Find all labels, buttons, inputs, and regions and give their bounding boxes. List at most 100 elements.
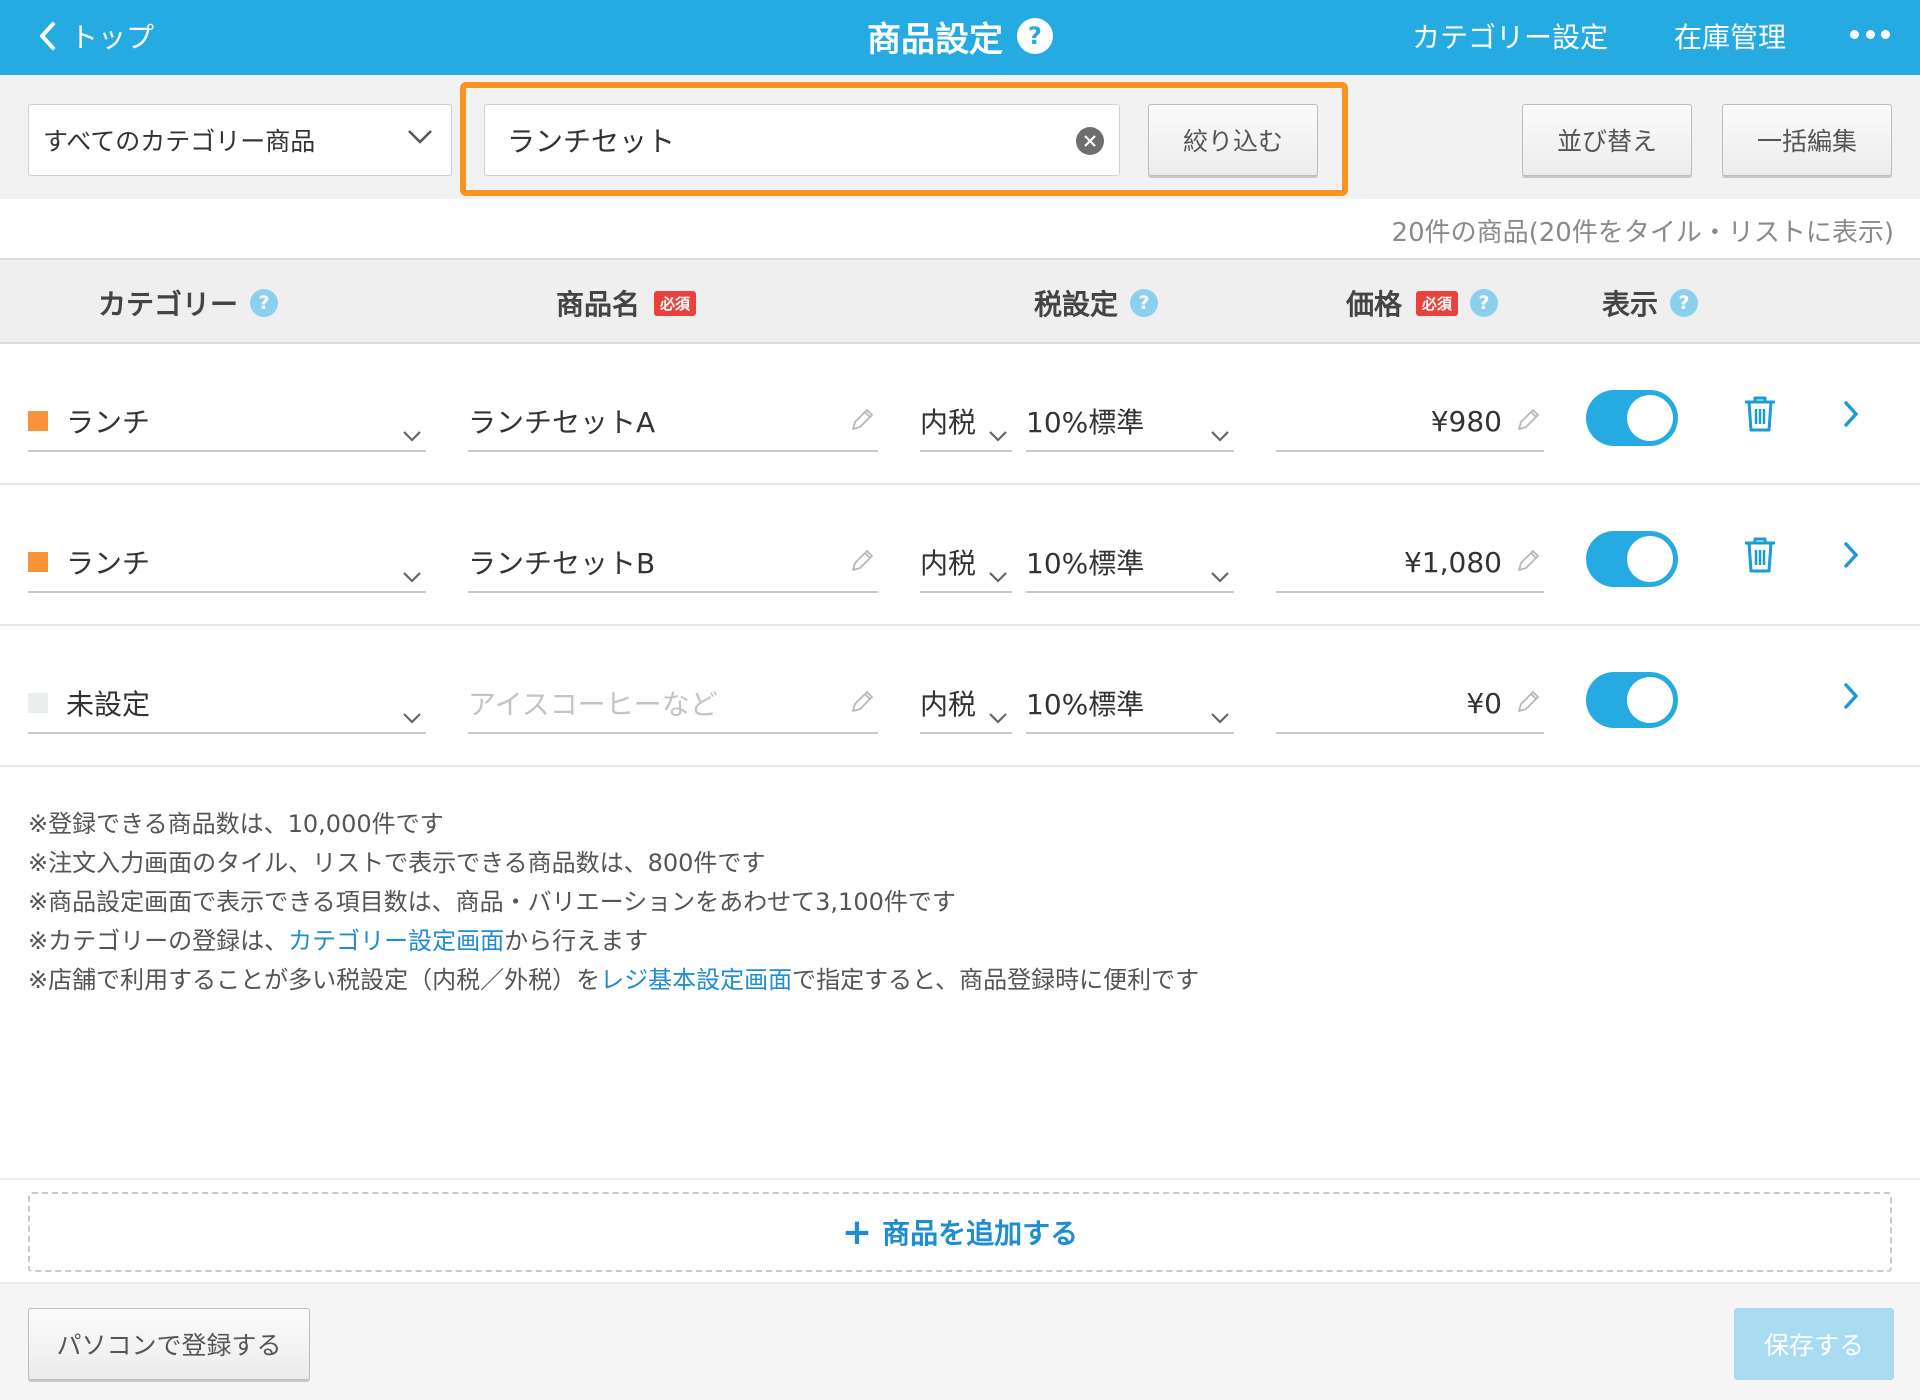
- chevron-down-icon: [408, 130, 432, 144]
- tax-type-select[interactable]: 内税: [920, 533, 1012, 593]
- visibility-toggle[interactable]: [1586, 390, 1678, 446]
- price-field[interactable]: ¥1,080: [1276, 533, 1544, 593]
- visibility-toggle[interactable]: [1586, 531, 1678, 587]
- note-text: から行えます: [504, 927, 649, 955]
- inventory-link[interactable]: 在庫管理: [1674, 16, 1786, 56]
- header-name-label: 商品名: [556, 288, 641, 321]
- category-select[interactable]: 未設定: [28, 674, 426, 734]
- register-on-pc-button[interactable]: パソコンで登録する: [28, 1308, 310, 1380]
- chevron-down-icon: [1210, 557, 1230, 590]
- clear-search-icon[interactable]: [1076, 127, 1104, 155]
- chevron-right-icon[interactable]: [1842, 400, 1860, 432]
- pencil-icon: [848, 406, 876, 441]
- tax-rate-select[interactable]: 10%標準: [1026, 533, 1234, 593]
- tax-type-value: 内税: [920, 547, 977, 580]
- chevron-right-icon[interactable]: [1842, 682, 1860, 714]
- help-icon[interactable]: ?: [1017, 18, 1053, 54]
- add-product-label: 商品を追加する: [882, 1217, 1079, 1250]
- pencil-icon: [1514, 688, 1542, 723]
- required-badge: 必須: [1416, 290, 1459, 316]
- header-tax: 税設定 ?: [1034, 283, 1159, 323]
- tax-rate-value: 10%標準: [1026, 406, 1145, 439]
- price-field[interactable]: ¥980: [1276, 392, 1544, 452]
- category-select[interactable]: ランチ: [28, 533, 426, 593]
- chevron-down-icon: [402, 416, 422, 449]
- category-settings-page-link[interactable]: カテゴリー設定画面: [288, 927, 504, 955]
- tax-rate-select[interactable]: 10%標準: [1026, 392, 1234, 452]
- price-value: ¥980: [1430, 404, 1502, 438]
- header-price-label: 価格: [1346, 288, 1403, 321]
- register-settings-page-link[interactable]: レジ基本設定画面: [600, 966, 792, 994]
- bulk-edit-button[interactable]: 一括編集: [1722, 104, 1892, 176]
- page-title: 商品設定: [867, 19, 1003, 60]
- visibility-toggle[interactable]: [1586, 672, 1678, 728]
- product-count: 20件の商品(20件をタイル・リストに表示): [1391, 218, 1894, 248]
- category-filter-value: すべてのカテゴリー商品: [43, 127, 316, 156]
- table-row: 未設定 アイスコーヒーなど 内税 10%標準 ¥0: [0, 626, 1920, 767]
- tax-type-value: 内税: [920, 688, 977, 721]
- category-value: 未設定: [66, 688, 151, 721]
- filter-button[interactable]: 絞り込む: [1148, 104, 1318, 176]
- search-input[interactable]: [484, 104, 1120, 176]
- tax-type-select[interactable]: 内税: [920, 392, 1012, 452]
- product-name-value: ランチセットA: [468, 406, 656, 439]
- chevron-down-icon: [1210, 698, 1230, 731]
- tax-rate-select[interactable]: 10%標準: [1026, 674, 1234, 734]
- note-line: ※登録できる商品数は、10,000件です: [28, 810, 444, 838]
- page-title-area: 商品設定 ?: [0, 14, 1920, 60]
- pencil-icon: [848, 688, 876, 723]
- add-product-button[interactable]: + 商品を追加する: [28, 1192, 1892, 1272]
- category-value: ランチ: [66, 406, 151, 439]
- note-text: ※店舗で利用することが多い税設定（内税／外税）を: [28, 966, 601, 994]
- category-color-swatch: [28, 552, 48, 572]
- price-value: ¥0: [1466, 686, 1502, 720]
- category-settings-link[interactable]: カテゴリー設定: [1412, 16, 1608, 56]
- more-menu-icon[interactable]: [1850, 30, 1890, 44]
- note-text: で指定すると、商品登録時に便利です: [792, 966, 1200, 994]
- note-line: ※カテゴリーの登録は、カテゴリー設定画面から行えます: [28, 921, 648, 956]
- plus-icon: +: [841, 1211, 873, 1253]
- help-icon[interactable]: ?: [1470, 289, 1499, 317]
- pencil-icon: [848, 547, 876, 582]
- table-row: ランチ ランチセットA 内税 10%標準 ¥980: [0, 344, 1920, 485]
- pencil-icon: [1514, 547, 1542, 582]
- required-badge: 必須: [654, 290, 697, 316]
- help-icon[interactable]: ?: [1670, 289, 1699, 317]
- chevron-down-icon: [402, 698, 422, 731]
- tax-type-select[interactable]: 内税: [920, 674, 1012, 734]
- category-filter-select[interactable]: すべてのカテゴリー商品: [28, 104, 452, 176]
- sort-button[interactable]: 並び替え: [1522, 104, 1692, 176]
- trash-icon[interactable]: [1742, 535, 1778, 579]
- header-tax-label: 税設定: [1034, 288, 1119, 321]
- trash-icon[interactable]: [1742, 394, 1778, 438]
- category-value: ランチ: [66, 547, 151, 580]
- note-line: ※注文入力画面のタイル、リストで表示できる商品数は、800件です: [28, 849, 766, 877]
- chevron-down-icon: [988, 698, 1008, 731]
- note-text: ※カテゴリーの登録は、: [28, 927, 289, 955]
- header-price: 価格 必須 ?: [1346, 283, 1499, 323]
- note-line: ※商品設定画面で表示できる項目数は、商品・バリエーションをあわせて3,100件で…: [28, 888, 956, 916]
- table-row: ランチ ランチセットB 内税 10%標準 ¥1,080: [0, 485, 1920, 626]
- category-color-swatch: [28, 693, 48, 713]
- product-name-field[interactable]: ランチセットA: [468, 392, 878, 452]
- chevron-down-icon: [402, 557, 422, 590]
- category-select[interactable]: ランチ: [28, 392, 426, 452]
- pencil-icon: [1514, 406, 1542, 441]
- header-category: カテゴリー ?: [98, 283, 279, 323]
- tax-type-value: 内税: [920, 406, 977, 439]
- header-visible-label: 表示: [1602, 288, 1659, 321]
- note-line: ※店舗で利用することが多い税設定（内税／外税）をレジ基本設定画面で指定すると、商…: [28, 960, 1199, 995]
- toggle-knob: [1627, 677, 1673, 723]
- price-field[interactable]: ¥0: [1276, 674, 1544, 734]
- chevron-down-icon: [1210, 416, 1230, 449]
- tax-rate-value: 10%標準: [1026, 547, 1145, 580]
- toggle-knob: [1627, 395, 1673, 441]
- product-name-value: ランチセットB: [468, 547, 656, 580]
- tax-rate-value: 10%標準: [1026, 688, 1145, 721]
- product-name-field[interactable]: ランチセットB: [468, 533, 878, 593]
- product-name-field[interactable]: アイスコーヒーなど: [468, 674, 878, 734]
- help-icon[interactable]: ?: [250, 289, 279, 317]
- chevron-right-icon[interactable]: [1842, 541, 1860, 573]
- help-icon[interactable]: ?: [1130, 289, 1159, 317]
- save-button[interactable]: 保存する: [1734, 1308, 1894, 1380]
